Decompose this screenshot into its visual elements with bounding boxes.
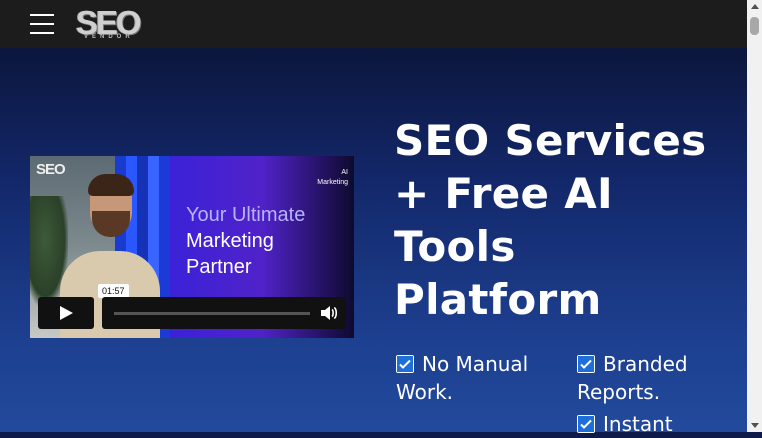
video-player[interactable]: SEO AI Marketing Your Ultimate Marketing… (30, 156, 354, 338)
video-headline-line2: Marketing (186, 230, 274, 252)
video-tag-line2: Marketing (317, 179, 348, 186)
vertical-scrollbar[interactable] (747, 0, 762, 432)
video-tag-line1: AI (341, 169, 348, 176)
play-icon (60, 306, 73, 320)
scrollbar-thumb[interactable] (750, 17, 759, 35)
video-controls (102, 297, 346, 329)
scroll-up-arrow-icon[interactable] (751, 4, 759, 9)
top-navigation-bar: SEO VENDOR (0, 0, 747, 48)
feature-label: No Manual Work. (396, 352, 529, 404)
feature-item: No Manual Work. (396, 350, 536, 406)
hero-headline: SEO Services + Free AI Tools Platform (394, 116, 707, 324)
presenter-hair (88, 174, 134, 196)
play-button[interactable] (38, 297, 94, 329)
feature-item: Branded Reports. (577, 350, 737, 406)
scroll-down-arrow-icon[interactable] (751, 423, 759, 428)
video-headline: Your Ultimate Marketing Partner (186, 202, 346, 280)
checkbox-icon (577, 355, 595, 373)
logo-subtext: VENDOR (84, 34, 134, 40)
checkbox-icon (577, 415, 595, 433)
video-time-tooltip: 01:57 (98, 284, 129, 298)
checkbox-icon (396, 355, 414, 373)
video-headline-line3: Partner (186, 256, 252, 278)
video-logo: SEO (36, 161, 66, 178)
volume-icon[interactable] (320, 305, 338, 321)
feature-item: Instant (577, 410, 737, 438)
video-progress-bar[interactable] (114, 312, 310, 315)
video-headline-line1: Your Ultimate (186, 204, 306, 226)
site-logo[interactable]: SEO VENDOR (76, 4, 142, 43)
hamburger-icon[interactable] (30, 13, 54, 35)
feature-label: Instant (603, 412, 673, 436)
video-tag: AI Marketing (317, 168, 348, 188)
